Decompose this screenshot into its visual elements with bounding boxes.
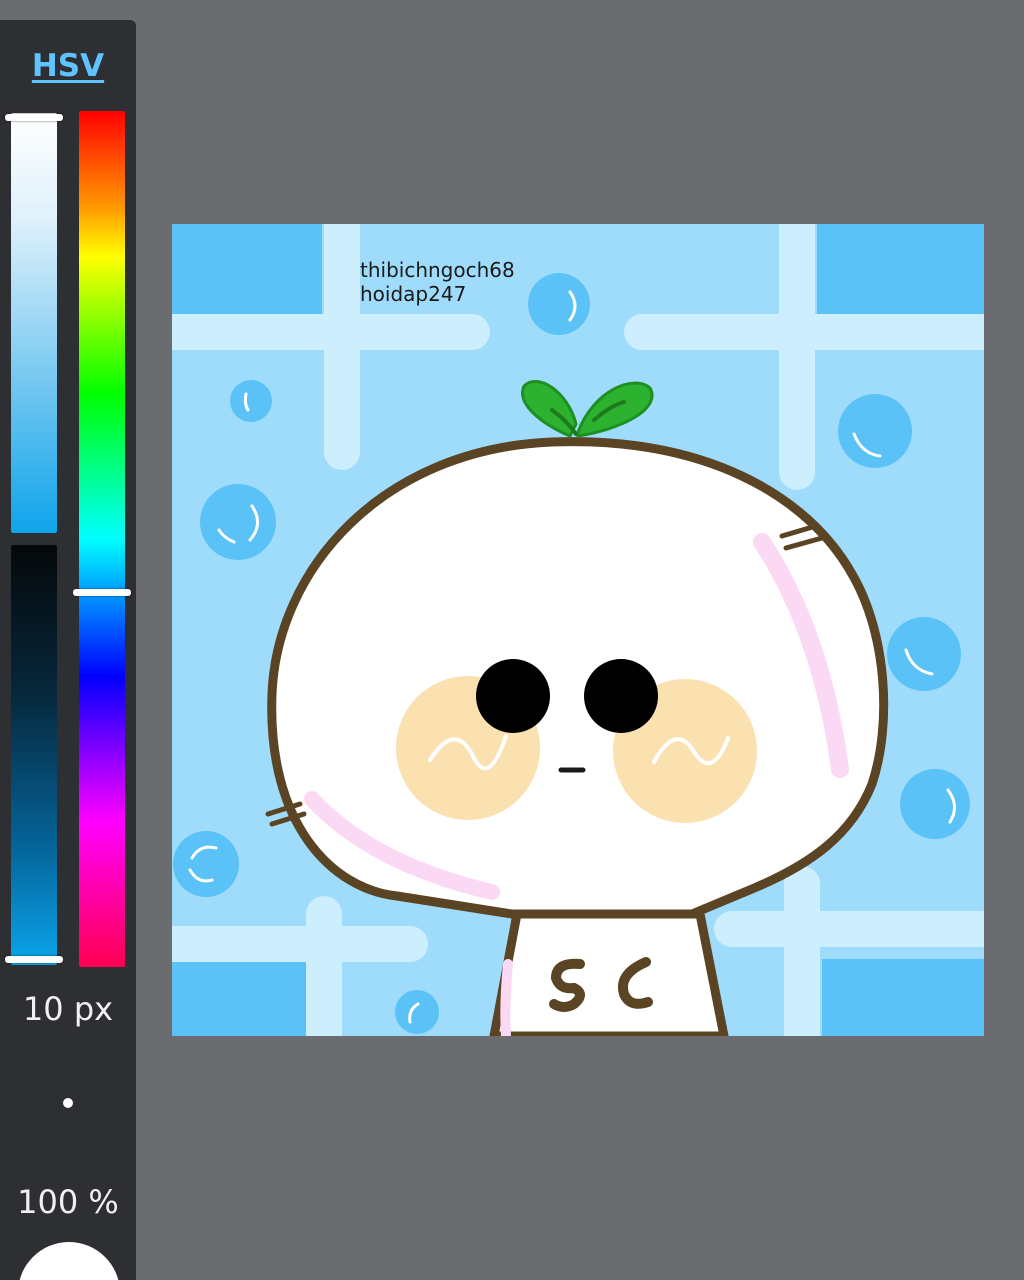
artwork-illustration [172, 224, 984, 1036]
brush-opacity-value[interactable]: 100 % [0, 1183, 136, 1221]
bubble [395, 990, 439, 1034]
pink-shading [500, 959, 513, 1036]
value-slider-handle[interactable] [5, 956, 63, 963]
drawing-canvas[interactable]: thibichngoch68 hoidap247 [172, 224, 984, 1036]
current-color-swatch[interactable] [18, 1242, 120, 1280]
bubble [173, 831, 239, 897]
corner-tile [817, 224, 984, 314]
watermark-site: hoidap247 [360, 282, 467, 306]
color-picker-panel: HSV 10 px 100 % [0, 20, 136, 1280]
bubble [900, 769, 970, 839]
corner-tile [172, 959, 322, 1036]
bubble [838, 394, 912, 468]
corner-tile [172, 224, 322, 314]
hue-slider[interactable] [79, 111, 125, 967]
bubble [200, 484, 276, 560]
right-eye [584, 659, 658, 733]
left-eye [476, 659, 550, 733]
brush-size-preview-dot [63, 1098, 73, 1108]
character-body [489, 909, 729, 1036]
saturation-slider-handle[interactable] [5, 114, 63, 121]
watermark-username: thibichngoch68 [360, 258, 515, 282]
saturation-slider[interactable] [11, 113, 57, 533]
bubble [528, 273, 590, 335]
bubble [887, 617, 961, 691]
color-mode-hsv-tab[interactable]: HSV [0, 48, 136, 84]
bubble [230, 380, 272, 422]
brush-size-value[interactable]: 10 px [0, 990, 136, 1028]
value-slider[interactable] [11, 545, 57, 965]
hue-slider-handle[interactable] [73, 589, 131, 596]
corner-tile [822, 959, 984, 1036]
